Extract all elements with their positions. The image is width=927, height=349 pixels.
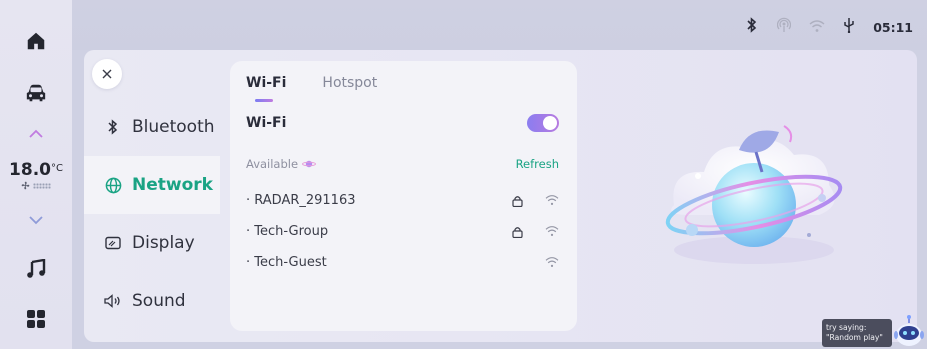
- wifi-signal-icon: [545, 253, 559, 272]
- close-icon: [102, 69, 112, 79]
- home-icon[interactable]: [0, 28, 72, 54]
- network-row-tech-group[interactable]: · Tech-Group: [246, 216, 559, 247]
- menu-item-label: Display: [132, 233, 195, 253]
- network-name: · Tech-Group: [246, 224, 329, 239]
- close-button[interactable]: [92, 59, 122, 89]
- network-ssid: Tech-Guest: [254, 255, 327, 270]
- network-status-icons: [511, 191, 559, 210]
- settings-panel: Bluetooth Network Display Sound Wi-Fi Ho…: [84, 50, 917, 342]
- network-status-icons: [511, 222, 559, 241]
- temperature-unit: °C: [50, 163, 63, 174]
- refresh-button[interactable]: Refresh: [516, 157, 559, 171]
- network-list: · RADAR_291163 · Tech-Group · Tech-Guest: [246, 185, 559, 278]
- network-ssid: RADAR_291163: [254, 193, 356, 208]
- network-illustration: [665, 125, 843, 264]
- voice-hint-bubble: try saying: "Random play": [822, 319, 892, 347]
- temp-down-icon[interactable]: [0, 212, 72, 228]
- speaker-icon: [104, 292, 122, 310]
- menu-item-network[interactable]: Network: [84, 156, 220, 214]
- menu-item-label: Sound: [132, 291, 186, 311]
- network-status-icons: [511, 253, 559, 272]
- tab-wifi[interactable]: Wi-Fi: [246, 75, 286, 102]
- voice-hint-line2: "Random play": [826, 333, 883, 342]
- wifi-title: Wi-Fi: [246, 115, 287, 131]
- network-ssid: Tech-Group: [254, 224, 329, 239]
- status-icons: 05:11: [745, 17, 913, 37]
- wifi-signal-icon: [545, 222, 559, 241]
- menu-item-sound[interactable]: Sound: [84, 272, 220, 330]
- network-name: · RADAR_291163: [246, 193, 356, 208]
- lock-slot-empty: [511, 257, 523, 269]
- network-name: · Tech-Guest: [246, 255, 327, 270]
- wifi-signal-icon: [545, 191, 559, 210]
- fan-icon: [21, 181, 30, 190]
- available-text: Available: [246, 157, 299, 171]
- menu-item-label: Network: [132, 175, 213, 195]
- clock: 05:11: [873, 19, 913, 35]
- hotspot-icon: [777, 17, 792, 37]
- wifi-icon: [809, 18, 825, 37]
- fan-level-dots: [33, 182, 51, 189]
- usb-icon: [843, 17, 855, 37]
- menu-item-bluetooth[interactable]: Bluetooth: [84, 98, 220, 156]
- toggle-knob: [543, 116, 557, 130]
- temperature-display: 18.0°C: [0, 160, 72, 190]
- planet-icon: [302, 160, 317, 168]
- bluetooth-icon: [104, 118, 122, 136]
- tab-hotspot[interactable]: Hotspot: [322, 75, 377, 91]
- network-tabs: Wi-Fi Hotspot: [246, 75, 377, 102]
- temp-up-icon[interactable]: [0, 126, 72, 142]
- display-icon: [104, 234, 122, 252]
- status-bar: 05:11: [72, 0, 927, 50]
- music-icon[interactable]: [0, 256, 72, 282]
- fan-level: [0, 181, 72, 190]
- available-label: Available: [246, 157, 317, 171]
- left-rail: 18.0°C: [0, 0, 72, 349]
- available-header: Available Refresh: [246, 157, 559, 171]
- wifi-toggle[interactable]: [527, 114, 559, 132]
- network-row-tech-guest[interactable]: · Tech-Guest: [246, 247, 559, 278]
- network-row-radar[interactable]: · RADAR_291163: [246, 185, 559, 216]
- voice-hint-line1: try saying:: [826, 323, 867, 332]
- temperature-value: 18.0°C: [0, 160, 72, 180]
- wifi-toggle-row: Wi-Fi: [246, 114, 559, 132]
- settings-menu: Bluetooth Network Display Sound: [84, 98, 220, 330]
- lock-icon: [511, 226, 523, 238]
- car-icon[interactable]: [0, 80, 72, 106]
- menu-item-label: Bluetooth: [132, 117, 215, 137]
- lock-icon: [511, 195, 523, 207]
- temperature-number: 18.0: [9, 160, 51, 180]
- menu-item-display[interactable]: Display: [84, 214, 220, 272]
- network-card: Wi-Fi Hotspot Wi-Fi Available Refresh · …: [230, 61, 577, 331]
- apps-grid-icon[interactable]: [0, 306, 72, 332]
- globe-icon: [104, 176, 122, 194]
- bluetooth-icon: [745, 17, 759, 37]
- voice-assistant-robot-icon[interactable]: [893, 312, 925, 348]
